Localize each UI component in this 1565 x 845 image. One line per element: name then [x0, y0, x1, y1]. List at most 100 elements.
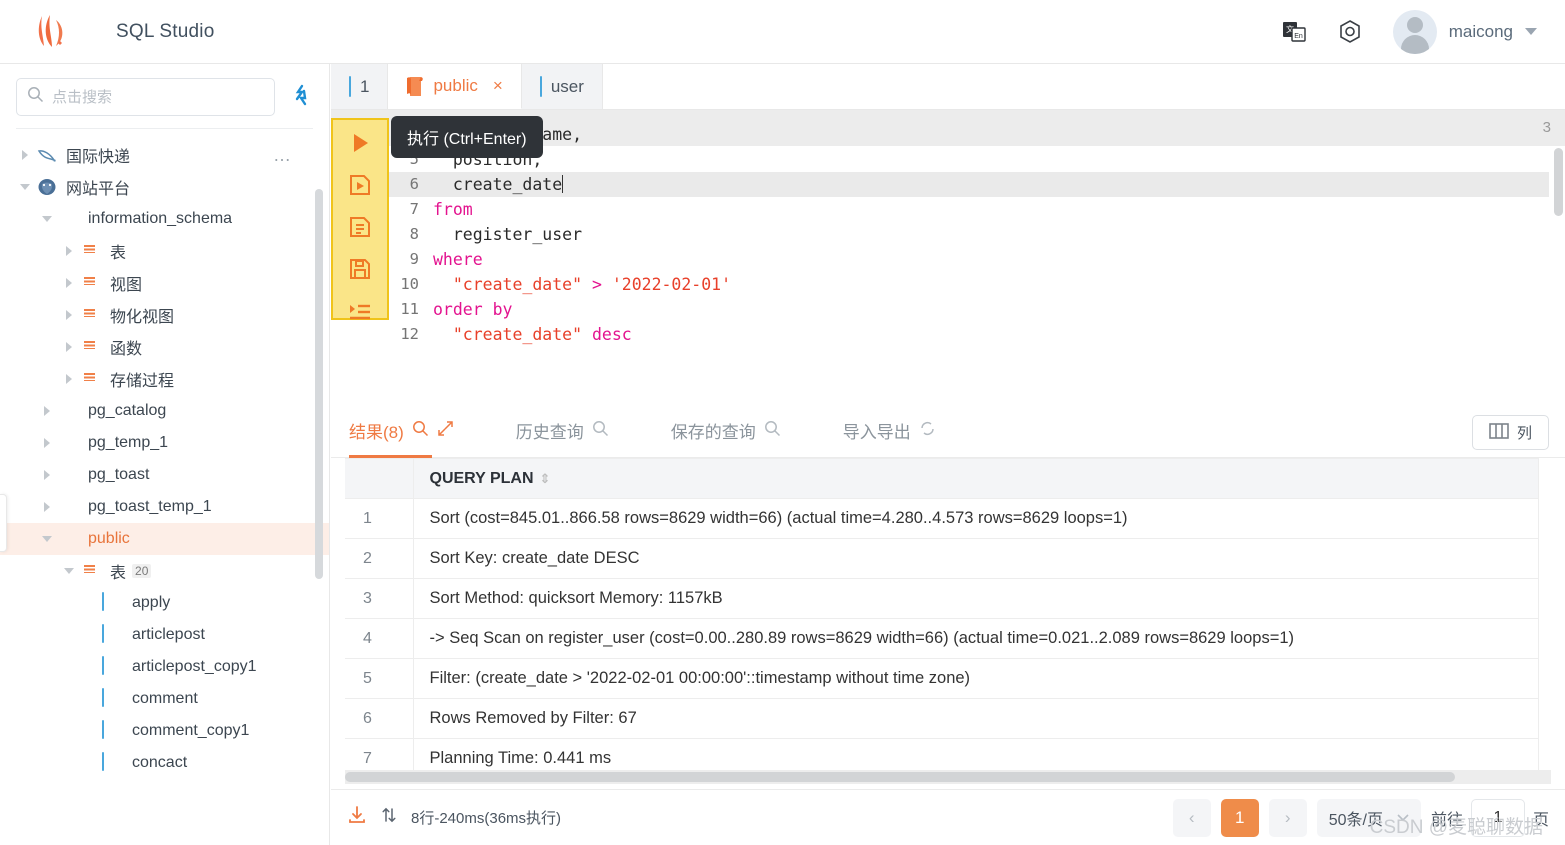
next-page-button[interactable]: › [1268, 798, 1307, 837]
chevron-right-icon[interactable] [22, 150, 28, 160]
tab-user[interactable]: user [521, 64, 603, 109]
page-size-select[interactable]: 50条/页 [1316, 798, 1421, 837]
tree-toggle[interactable] [36, 502, 58, 512]
search-box[interactable] [16, 78, 275, 116]
format-icon[interactable] [347, 298, 373, 324]
tree-toggle[interactable] [14, 184, 36, 190]
chevron-right-icon[interactable] [44, 470, 50, 480]
query-plan-header[interactable]: QUERY PLAN ⇕ [413, 458, 1539, 499]
query-plan-cell[interactable]: Rows Removed by Filter: 67 [413, 698, 1539, 739]
chevron-right-icon[interactable] [66, 246, 72, 256]
query-plan-cell[interactable]: -> Seq Scan on register_user (cost=0.00.… [413, 618, 1539, 659]
code-line[interactable]: 5 position, [389, 147, 1549, 172]
chevron-down-icon[interactable] [42, 216, 52, 222]
query-plan-cell[interactable]: Sort (cost=845.01..866.58 rows=8629 widt… [413, 498, 1539, 539]
table-row[interactable]: 4 -> Seq Scan on register_user (cost=0.00… [345, 618, 1539, 659]
table-row[interactable]: 3 Sort Method: quicksort Memory: 1157kB [345, 578, 1539, 619]
chevron-right-icon[interactable] [66, 342, 72, 352]
columns-button[interactable]: 列 [1471, 415, 1549, 450]
chevron-right-icon[interactable] [66, 310, 72, 320]
chevron-right-icon[interactable] [66, 278, 72, 288]
tree-toggle[interactable] [58, 342, 80, 352]
tree-toggle[interactable] [36, 470, 58, 480]
code-line[interactable]: 4 company_name, [389, 122, 1549, 147]
tree-toggle[interactable] [58, 568, 80, 574]
run-script-icon[interactable] [347, 172, 373, 198]
code-line[interactable]: 12 "create_date" desc [389, 322, 1549, 347]
tree-item-articlepost[interactable]: articlepost [0, 619, 329, 651]
grid-hscrollbar[interactable] [345, 772, 1455, 782]
code-line[interactable]: 11 order by [389, 297, 1549, 322]
page-number-1[interactable]: 1 [1220, 798, 1259, 837]
download-icon[interactable] [347, 805, 367, 830]
tree-item-pg_catalog[interactable]: pg_catalog [0, 395, 329, 427]
editor-scrollbar[interactable] [1554, 148, 1563, 216]
result-tab-1[interactable]: 历史查询 [516, 404, 609, 458]
query-plan-cell[interactable]: Filter: (create_date > '2022-02-01 00:00… [413, 658, 1539, 699]
chevron-down-icon[interactable] [20, 184, 30, 190]
result-grid[interactable]: QUERY PLAN ⇕ 1 Sort (cost=845.01..866.58 r… [331, 458, 1565, 788]
chevron-down-icon[interactable] [42, 536, 52, 542]
prev-page-button[interactable]: ‹ [1172, 798, 1211, 837]
chevron-right-icon[interactable] [44, 438, 50, 448]
tree-item-concact[interactable]: concact [0, 747, 329, 779]
tab-public[interactable]: public × [388, 64, 522, 109]
search-icon[interactable] [412, 420, 429, 442]
tree-item-pg_toast[interactable]: pg_toast [0, 459, 329, 491]
tree-toggle[interactable] [58, 246, 80, 256]
gear-icon[interactable] [1337, 19, 1363, 45]
result-tab-3[interactable]: 导入导出 [843, 404, 936, 458]
tree-item-comment_copy1[interactable]: comment_copy1 [0, 715, 329, 747]
code-line[interactable]: 9 where [389, 247, 1549, 272]
tree-toggle[interactable] [36, 406, 58, 416]
tree-item-网站平台[interactable]: 网站平台 [0, 171, 329, 203]
search-icon[interactable] [764, 420, 781, 442]
code-line[interactable]: 7 from [389, 197, 1549, 222]
search-input[interactable] [52, 88, 264, 106]
tab-1[interactable]: 1 [331, 64, 389, 109]
tree-item-public[interactable]: public [0, 523, 329, 555]
tree-item-apply[interactable]: apply [0, 587, 329, 619]
tree-item-函数[interactable]: 函数 [0, 331, 329, 363]
tree-item-comment[interactable]: comment [0, 683, 329, 715]
code-lines[interactable]: 4 company_name,5 position,6 create_date7… [389, 110, 1549, 404]
query-plan-cell[interactable]: Sort Method: quicksort Memory: 1157kB [413, 578, 1539, 619]
tree-item-国际快递[interactable]: 国际快递… [0, 139, 329, 171]
sql-editor[interactable]: 3 执行 (Ctrl+Enter) 5 position, 6 create_d… [331, 110, 1565, 404]
tree-toggle[interactable] [36, 536, 58, 542]
chevron-right-icon[interactable] [44, 502, 50, 512]
result-tab-2[interactable]: 保存的查询 [671, 404, 781, 458]
run-icon[interactable] [347, 130, 373, 156]
tree-toggle[interactable] [36, 216, 58, 222]
tree-item-articlepost_copy1[interactable]: articlepost_copy1 [0, 651, 329, 683]
tree-toggle[interactable] [14, 150, 36, 160]
sync-icon[interactable] [919, 420, 936, 442]
tree-item-视图[interactable]: 视图 [0, 267, 329, 299]
save-icon[interactable] [347, 256, 373, 282]
chevron-down-icon[interactable] [64, 568, 74, 574]
tree-item-表[interactable]: 表 20 [0, 555, 329, 587]
updown-arrows-icon[interactable] [381, 806, 397, 829]
tree-toggle[interactable] [58, 374, 80, 384]
search-icon[interactable] [592, 420, 609, 442]
user-menu[interactable]: maicong [1392, 9, 1537, 54]
translate-icon[interactable]: 文 En [1281, 19, 1307, 45]
sidebar-scrollbar[interactable] [315, 189, 323, 579]
expand-icon[interactable] [437, 420, 454, 442]
tree-item-information_schema[interactable]: information_schema [0, 203, 329, 235]
table-row[interactable]: 1 Sort (cost=845.01..866.58 rows=8629 wid… [345, 498, 1539, 539]
tree-item-pg_temp_1[interactable]: pg_temp_1 [0, 427, 329, 459]
code-line[interactable]: 10 "create_date" > '2022-02-01' [389, 272, 1549, 297]
chevron-right-icon[interactable] [66, 374, 72, 384]
table-row[interactable]: 2 Sort Key: create_date DESC [345, 538, 1539, 579]
tree-item-存储过程[interactable]: 存储过程 [0, 363, 329, 395]
query-plan-cell[interactable]: Sort Key: create_date DESC [413, 538, 1539, 579]
sidebar-collapse-handle[interactable] [0, 494, 7, 552]
tree-toggle[interactable] [36, 438, 58, 448]
table-row[interactable]: 5 Filter: (create_date > '2022-02-01 00:0… [345, 658, 1539, 699]
table-row[interactable]: 6 Rows Removed by Filter: 67 [345, 698, 1539, 739]
tree-item-物化视图[interactable]: 物化视图 [0, 299, 329, 331]
sort-updown-icon[interactable]: ⇕ [540, 471, 551, 487]
close-icon[interactable]: × [493, 76, 503, 96]
page-jump-input[interactable] [1470, 798, 1525, 837]
